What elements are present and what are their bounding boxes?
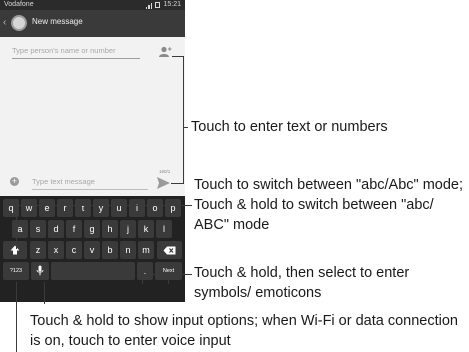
leader-symbols-h <box>142 274 192 275</box>
key-a[interactable]: a <box>12 220 28 238</box>
key-y[interactable]: y <box>93 199 109 217</box>
add-attachment-icon[interactable]: + <box>10 177 19 186</box>
microphone-icon <box>36 265 44 276</box>
mic-key[interactable] <box>31 262 49 280</box>
leader-symbols-key-v <box>16 282 17 352</box>
key-h[interactable]: h <box>102 220 118 238</box>
key-p[interactable]: p <box>165 199 181 217</box>
key-w[interactable]: w <box>21 199 37 217</box>
leader-symbols-v2 <box>168 274 169 284</box>
leader-mic-v <box>44 282 45 304</box>
key-z[interactable]: z <box>30 241 46 259</box>
battery-icon <box>155 2 161 8</box>
leader-symbols-v1 <box>142 274 143 284</box>
back-icon[interactable]: ‹ <box>3 17 6 28</box>
leader-abc-h <box>16 205 192 206</box>
key-e[interactable]: e <box>39 199 55 217</box>
compose-bar: + Type text message 160/1 <box>0 168 185 194</box>
status-time: 15:21 <box>163 1 181 8</box>
key-v[interactable]: v <box>84 241 100 259</box>
backspace-key[interactable] <box>157 241 182 259</box>
signal-icon <box>145 2 153 9</box>
key-b[interactable]: b <box>102 241 118 259</box>
key-g[interactable]: g <box>84 220 100 238</box>
key-f[interactable]: f <box>66 220 82 238</box>
action-bar: ‹ New message <box>0 10 185 37</box>
leader-enter-text-h3 <box>171 183 184 184</box>
annotation-symbols: Touch & hold, then select to enter symbo… <box>194 265 410 301</box>
screen-title: New message <box>32 17 83 26</box>
leader-enter-text-h2 <box>183 127 188 128</box>
key-j[interactable]: j <box>120 220 136 238</box>
phone-screen: Vodafone 15:21 ‹ New message Type person… <box>0 0 185 302</box>
key-u[interactable]: u <box>111 199 127 217</box>
leader-abc-v <box>16 205 17 249</box>
key-t[interactable]: t <box>75 199 91 217</box>
status-icons: 15:21 <box>145 0 181 10</box>
key-r[interactable]: r <box>57 199 73 217</box>
message-input[interactable]: Type text message <box>32 177 148 190</box>
backspace-icon <box>163 246 176 255</box>
keyboard: q w e r t y u i o p a s d f g h j k l z … <box>0 196 185 302</box>
key-l[interactable]: l <box>156 220 172 238</box>
annotation-enter-text: Touch to enter text or numbers <box>191 119 388 135</box>
leader-enter-text-v <box>183 56 184 184</box>
period-key[interactable]: . <box>137 262 153 280</box>
key-n[interactable]: n <box>120 241 136 259</box>
annotation-abc-mode: Touch to switch between "abc/Abc" mode; … <box>194 177 464 233</box>
key-c[interactable]: c <box>66 241 82 259</box>
key-i[interactable]: i <box>129 199 145 217</box>
space-key[interactable] <box>51 262 135 280</box>
shift-key[interactable] <box>3 241 27 259</box>
add-contact-icon[interactable] <box>158 46 172 58</box>
key-x[interactable]: x <box>48 241 64 259</box>
recipient-input[interactable]: Type person's name or number <box>12 46 140 59</box>
carrier-name: Vodafone <box>4 1 34 8</box>
symbols-key[interactable]: ?123 <box>3 262 29 280</box>
status-bar: Vodafone 15:21 <box>0 0 185 10</box>
key-k[interactable]: k <box>138 220 154 238</box>
shift-icon <box>10 245 20 255</box>
message-placeholder: Type text message <box>32 177 95 186</box>
key-m[interactable]: m <box>138 241 154 259</box>
key-s[interactable]: s <box>30 220 46 238</box>
messaging-app-icon[interactable] <box>11 15 27 31</box>
recipient-placeholder: Type person's name or number <box>12 46 116 55</box>
annotation-input-options: Touch & hold to show input options; when… <box>30 313 458 349</box>
send-icon[interactable] <box>156 176 171 190</box>
character-counter: 160/1 <box>159 169 171 174</box>
key-o[interactable]: o <box>147 199 163 217</box>
key-d[interactable]: d <box>48 220 64 238</box>
